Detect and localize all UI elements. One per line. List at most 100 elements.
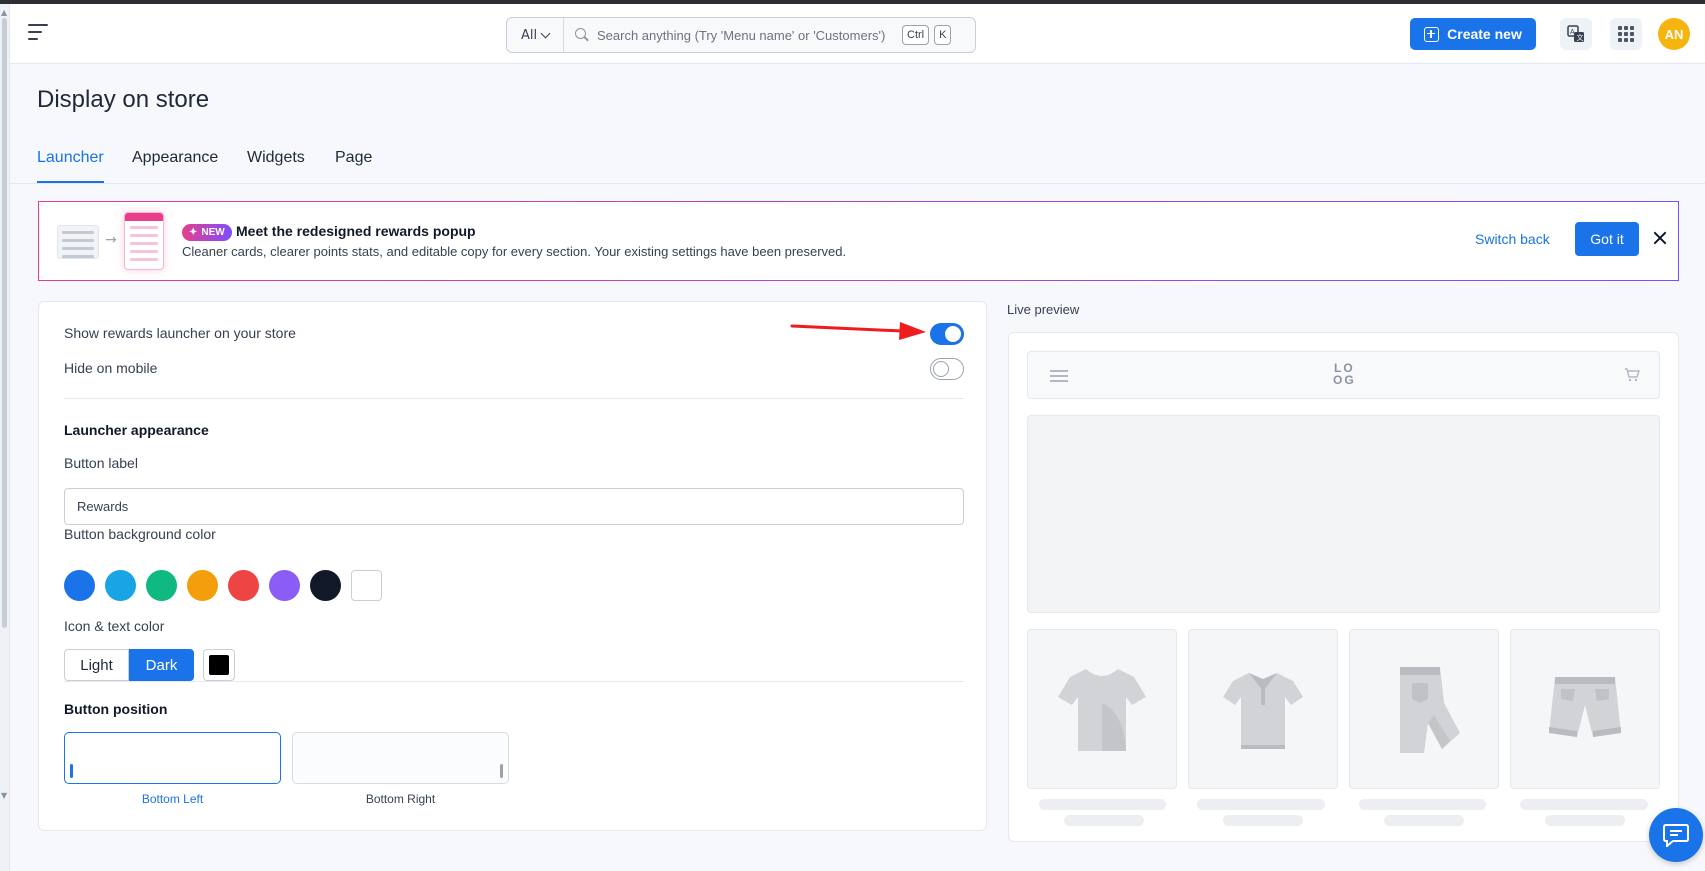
shorts-icon (1549, 677, 1621, 737)
preview-skeleton-line (1545, 815, 1625, 826)
button-label-input[interactable] (64, 488, 964, 525)
swatch-white[interactable] (351, 570, 382, 601)
preview-store-nav: LO OG (1027, 351, 1660, 399)
bottom-left-label: Bottom Left (141, 792, 204, 806)
dark-option[interactable]: Dark (129, 649, 194, 681)
position-marker (500, 764, 503, 778)
swatch-red[interactable] (228, 570, 259, 601)
top-header: All Ctrl K Create new A 文 AN (10, 4, 1705, 64)
button-position-heading: Button position (64, 701, 168, 717)
scroll-up-icon[interactable]: ▲ (1, 8, 7, 17)
bottom-right-label: Bottom Right (365, 792, 436, 806)
icon-color-picker[interactable] (203, 649, 235, 681)
translate-button[interactable]: A 文 (1560, 18, 1592, 50)
translate-icon: A 文 (1567, 25, 1584, 42)
bg-color-title: Button background color (64, 526, 216, 542)
preview-product-shorts (1510, 629, 1660, 789)
close-icon[interactable] (1651, 229, 1669, 247)
new-badge: ✦ NEW (182, 224, 232, 241)
preview-hero-banner (1027, 415, 1660, 613)
old-popup-thumbnail (57, 225, 99, 259)
preview-skeleton-line (1197, 799, 1325, 810)
swatch-green[interactable] (146, 570, 177, 601)
search-icon (575, 28, 589, 42)
swatch-orange[interactable] (187, 570, 218, 601)
preview-skeleton-line (1520, 799, 1648, 810)
preview-logo: LO OG (1333, 362, 1356, 386)
svg-text:文: 文 (1577, 33, 1584, 42)
sparkle-icon: ✦ (189, 227, 198, 238)
switch-back-link[interactable]: Switch back (1475, 231, 1550, 247)
preview-menu-icon (1050, 370, 1068, 385)
tab-page[interactable]: Page (335, 149, 372, 181)
banner-title: Meet the redesigned rewards popup (236, 223, 476, 239)
scrollbar-thumb[interactable] (2, 18, 7, 628)
page-scrollbar[interactable]: ▲ ▼ (0, 4, 10, 871)
live-preview-label: Live preview (1007, 302, 1080, 317)
preview-skeleton-line (1384, 815, 1464, 826)
chevron-down-icon (540, 28, 551, 38)
swatch-sky[interactable] (105, 570, 136, 601)
preview-skeleton-line (1064, 815, 1144, 826)
annotation-arrow (790, 322, 926, 340)
create-new-button[interactable]: Create new (1410, 18, 1536, 50)
tab-bar: Launcher Appearance Widgets Page (10, 136, 1705, 184)
shortcut-ctrl-key: Ctrl (902, 25, 930, 45)
tab-widgets[interactable]: Widgets (247, 149, 305, 181)
position-marker (70, 764, 73, 778)
apps-button[interactable] (1610, 18, 1642, 50)
shortcut-k-key: K (934, 25, 952, 45)
preview-skeleton-line (1039, 799, 1166, 810)
create-new-label: Create new (1447, 26, 1522, 42)
tshirt-icon (1058, 669, 1146, 751)
global-search: All Ctrl K (506, 17, 976, 53)
icon-color-segmented: Light Dark (64, 649, 194, 681)
preview-product-jeans (1349, 629, 1499, 789)
tab-launcher[interactable]: Launcher (37, 149, 104, 183)
divider (64, 681, 964, 682)
preview-product-tshirt (1027, 629, 1177, 789)
button-label-title: Button label (64, 455, 138, 471)
menu-toggle-icon[interactable] (28, 24, 48, 40)
swatch-blue[interactable] (64, 570, 95, 601)
bg-color-swatches (64, 570, 382, 601)
show-launcher-toggle[interactable] (930, 323, 964, 345)
got-it-button[interactable]: Got it (1575, 222, 1639, 256)
page-title: Display on store (37, 86, 210, 113)
announcement-banner: → ✦ NEW Meet the redesigned rewards popu… (38, 201, 1679, 281)
show-launcher-label: Show rewards launcher on your store (64, 325, 296, 341)
preview-cart-icon (1625, 368, 1640, 382)
preview-skeleton-line (1359, 799, 1486, 810)
preview-logo-bottom: OG (1333, 373, 1356, 387)
plus-square-icon (1424, 26, 1440, 42)
banner-description: Cleaner cards, clearer points stats, and… (182, 244, 847, 259)
avatar[interactable]: AN (1658, 18, 1690, 50)
polo-shirt-icon (1223, 673, 1303, 749)
preview-skeleton-line (1223, 815, 1303, 826)
light-option[interactable]: Light (64, 649, 129, 681)
selected-color-swatch (209, 655, 229, 675)
divider (64, 398, 964, 399)
jeans-icon (1400, 667, 1460, 753)
arrow-right-icon: → (105, 232, 117, 248)
launcher-appearance-heading: Launcher appearance (64, 422, 209, 438)
new-popup-thumbnail (124, 212, 164, 270)
swatch-black[interactable] (310, 570, 341, 601)
live-preview-panel: LO OG (1008, 332, 1679, 842)
swatch-purple[interactable] (269, 570, 300, 601)
hide-mobile-toggle[interactable] (930, 358, 964, 380)
hide-mobile-label: Hide on mobile (64, 360, 158, 376)
scroll-down-icon[interactable]: ▼ (1, 791, 7, 800)
apps-grid-icon (1618, 26, 1634, 42)
search-input[interactable] (597, 27, 897, 43)
chat-support-button[interactable] (1649, 808, 1703, 862)
tab-appearance[interactable]: Appearance (132, 149, 218, 181)
search-scope-select[interactable]: All (507, 18, 564, 52)
chat-icon (1663, 824, 1689, 847)
preview-product-polo (1188, 629, 1338, 789)
launcher-settings-card: Show rewards launcher on your store Hide… (38, 301, 987, 831)
position-bottom-right-option[interactable] (292, 732, 509, 784)
new-badge-label: NEW (201, 227, 225, 238)
icon-text-color-title: Icon & text color (64, 618, 165, 634)
position-bottom-left-option[interactable] (64, 732, 281, 784)
